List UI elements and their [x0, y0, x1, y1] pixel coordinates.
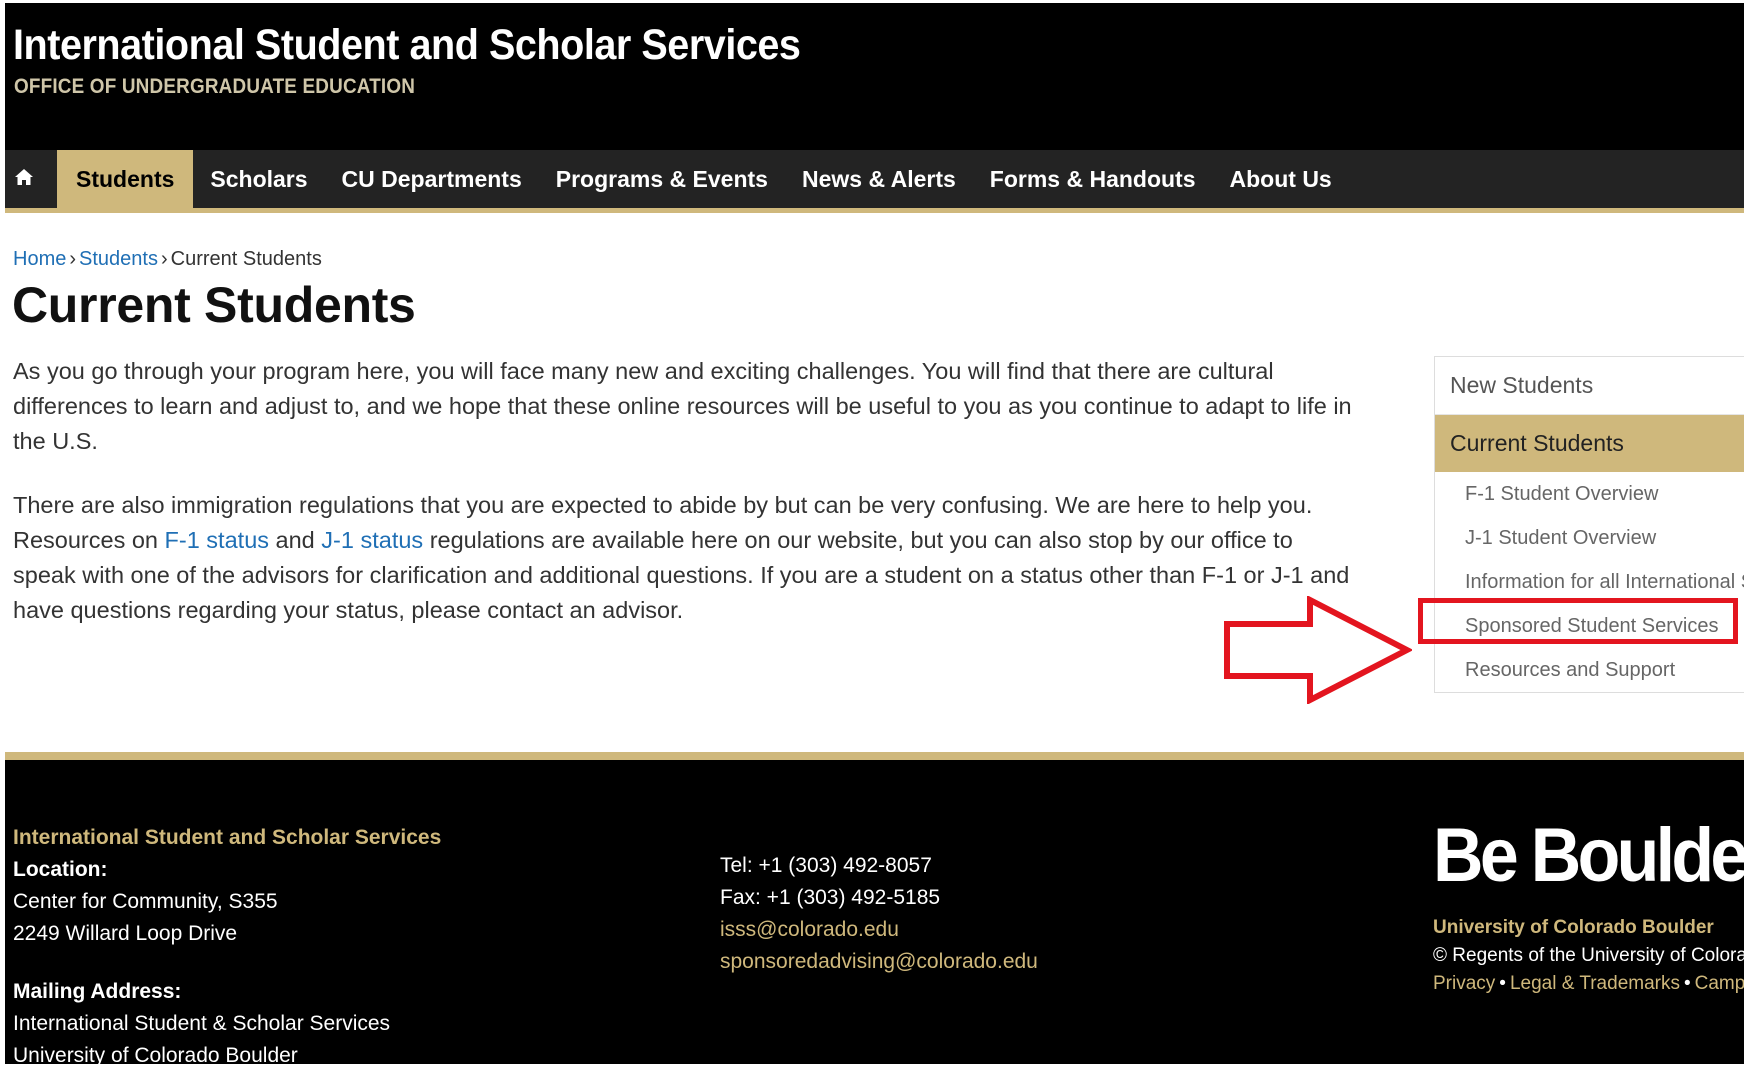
- side-menu-current-students[interactable]: Current Students: [1435, 415, 1744, 472]
- side-menu-new-students[interactable]: New Students: [1435, 357, 1744, 415]
- footer-org-name[interactable]: International Student and Scholar Servic…: [13, 822, 441, 854]
- side-menu-f1-overview[interactable]: F-1 Student Overview: [1435, 472, 1744, 516]
- annotation-highlight-box: [1418, 598, 1738, 644]
- breadcrumb-students-link[interactable]: Students: [79, 248, 158, 270]
- f1-status-link[interactable]: F-1 status: [165, 527, 269, 553]
- breadcrumb-separator: ›: [160, 248, 168, 270]
- footer-address-column: International Student and Scholar Servic…: [13, 822, 441, 1072]
- site-footer: International Student and Scholar Servic…: [5, 752, 1744, 1067]
- footer-email-sponsored[interactable]: sponsoredadvising@colorado.edu: [720, 946, 1038, 978]
- breadcrumb: Home › Students › Current Students: [13, 248, 322, 271]
- footer-fax: Fax: +1 (303) 492-5185: [720, 886, 941, 909]
- footer-mailing-label: Mailing Address:: [13, 980, 182, 1003]
- footer-privacy-link[interactable]: Privacy: [1433, 973, 1495, 994]
- page-title: Current Students: [12, 277, 416, 333]
- site-title[interactable]: International Student and Scholar Servic…: [13, 21, 801, 70]
- breadcrumb-current: Current Students: [170, 248, 322, 270]
- footer-regents: © Regents of the University of Colorado: [1433, 945, 1744, 966]
- footer-mailing-line: International Student & Scholar Services: [13, 1012, 391, 1035]
- immigration-paragraph: There are also immigration regulations t…: [13, 488, 1353, 628]
- footer-mailing-line: University of Colorado Boulder: [13, 1044, 298, 1067]
- footer-legal-link[interactable]: Legal & Trademarks: [1510, 973, 1680, 994]
- main-nav: Students Scholars CU Departments Program…: [5, 150, 1744, 213]
- breadcrumb-separator: ›: [69, 248, 77, 270]
- nav-item-programs-events[interactable]: Programs & Events: [539, 150, 785, 208]
- footer-location-line: Center for Community, S355: [13, 890, 278, 913]
- side-menu-j1-overview[interactable]: J-1 Student Overview: [1435, 516, 1744, 560]
- site-subtitle[interactable]: OFFICE OF UNDERGRADUATE EDUCATION: [14, 75, 415, 99]
- footer-email-isss[interactable]: isss@colorado.edu: [720, 914, 1038, 946]
- paragraph-text: and: [269, 527, 322, 553]
- footer-contact-column: Tel: +1 (303) 492-8057 Fax: +1 (303) 492…: [720, 850, 1038, 978]
- footer-legal-links: Privacy•Legal & Trademarks•Campus Map: [1433, 970, 1744, 998]
- nav-home-button[interactable]: [5, 150, 43, 208]
- nav-item-news-alerts[interactable]: News & Alerts: [785, 150, 973, 208]
- annotation-arrow-icon: [1222, 595, 1414, 709]
- main-content: As you go through your program here, you…: [13, 354, 1353, 657]
- j1-status-link[interactable]: J-1 status: [321, 527, 423, 553]
- footer-campus-map-link[interactable]: Campus Map: [1695, 973, 1744, 994]
- footer-university-name[interactable]: University of Colorado Boulder: [1433, 914, 1744, 942]
- nav-item-forms-handouts[interactable]: Forms & Handouts: [973, 150, 1213, 208]
- nav-item-about-us[interactable]: About Us: [1213, 150, 1349, 208]
- footer-brand-column: Be Boulder. University of Colorado Bould…: [1433, 816, 1744, 998]
- be-boulder-logo[interactable]: Be Boulder.: [1433, 816, 1744, 896]
- footer-link-separator: •: [1683, 973, 1691, 994]
- breadcrumb-home-link[interactable]: Home: [13, 248, 66, 270]
- footer-location-line: 2249 Willard Loop Drive: [13, 922, 238, 945]
- intro-paragraph: As you go through your program here, you…: [13, 358, 1352, 454]
- site-header: International Student and Scholar Servic…: [5, 3, 1744, 150]
- nav-item-students[interactable]: Students: [57, 150, 194, 208]
- nav-item-scholars[interactable]: Scholars: [193, 150, 324, 208]
- nav-item-cu-departments[interactable]: CU Departments: [325, 150, 539, 208]
- footer-link-separator: •: [1499, 973, 1506, 994]
- home-icon: [14, 168, 34, 191]
- footer-tel: Tel: +1 (303) 492-8057: [720, 854, 932, 877]
- side-menu-resources-support[interactable]: Resources and Support: [1435, 648, 1744, 692]
- footer-location-label: Location:: [13, 858, 108, 881]
